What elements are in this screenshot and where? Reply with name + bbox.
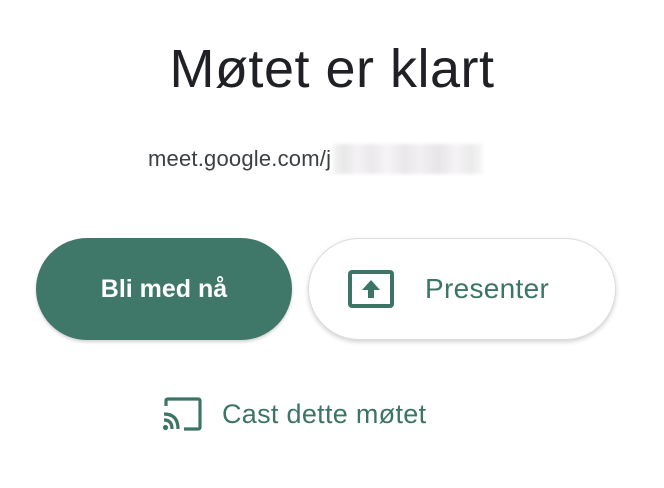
- meeting-code-redacted: [333, 144, 484, 174]
- page-title: Møtet er klart: [169, 39, 495, 99]
- cast-meeting-button[interactable]: Cast dette møtet: [160, 392, 426, 436]
- cast-meeting-label: Cast dette møtet: [222, 398, 427, 429]
- present-label: Presenter: [425, 273, 550, 304]
- meeting-link-text[interactable]: meet.google.com/j: [148, 146, 331, 172]
- meeting-link-row[interactable]: meet.google.com/j: [148, 144, 484, 174]
- present-screen-icon: [347, 269, 395, 309]
- join-now-button[interactable]: Bli med nå: [36, 238, 292, 340]
- meeting-ready-panel: Møtet er klart meet.google.com/j Bli med…: [0, 0, 664, 488]
- cast-icon: [160, 396, 204, 432]
- join-now-label: Bli med nå: [100, 274, 228, 303]
- present-button[interactable]: Presenter: [308, 238, 616, 340]
